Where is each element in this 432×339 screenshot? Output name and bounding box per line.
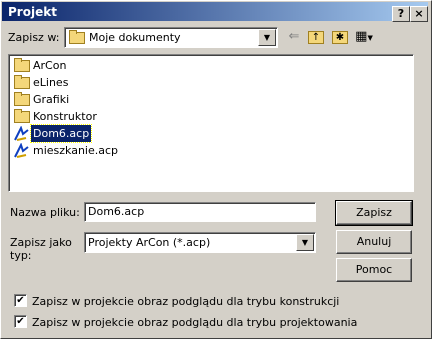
file-name: Dom6.acp (29, 124, 93, 143)
preview-design-label: Zapisz w projekcie obraz podglądu dla tr… (32, 316, 358, 329)
new-folder-button[interactable]: ✱ (330, 28, 350, 46)
arcon-file-icon (14, 126, 29, 141)
filename-value: Dom6.acp (88, 205, 145, 218)
file-name: ArCon (33, 59, 67, 72)
back-button[interactable]: ⇐ (284, 28, 304, 46)
folder-icon (14, 92, 30, 106)
location-combo[interactable]: Moje dokumenty ▼ (64, 27, 278, 48)
view-menu-button[interactable]: ▦▼ (354, 28, 374, 46)
chevron-down-icon: ▼ (263, 33, 271, 42)
chevron-down-icon: ▼ (367, 34, 373, 42)
folder-icon (14, 109, 30, 123)
save-button[interactable]: Zapisz (335, 200, 413, 226)
file-name: eLines (33, 76, 69, 89)
preview-construction-label: Zapisz w projekcie obraz podglądu dla tr… (32, 295, 340, 308)
up-folder-button[interactable]: ↑ (306, 28, 326, 46)
location-value: Moje dokumenty (89, 31, 181, 44)
filename-label: Nazwa pliku: (10, 206, 80, 219)
cancel-button[interactable]: Anuluj (336, 230, 412, 254)
folder-icon (14, 58, 30, 72)
filetype-value: Projekty ArCon (*.acp) (88, 236, 211, 249)
folder-icon (14, 75, 30, 89)
chevron-down-icon: ▼ (301, 238, 309, 247)
back-arrow-icon: ⇐ (288, 29, 300, 44)
location-dropdown-button[interactable]: ▼ (258, 29, 276, 46)
help-icon: ? (397, 7, 405, 20)
new-folder-icon: ✱ (332, 31, 348, 44)
filetype-label-line1: Zapisz jako (10, 236, 72, 249)
file-name: Konstruktor (33, 110, 97, 123)
close-button[interactable]: × (410, 6, 428, 22)
help-dialog-button[interactable]: Pomoc (336, 258, 412, 282)
help-button[interactable]: ? (392, 6, 410, 22)
close-icon: × (414, 7, 424, 20)
filetype-combo[interactable]: Projekty ArCon (*.acp) ▼ (84, 232, 316, 253)
up-folder-icon: ↑ (308, 31, 324, 44)
filetype-dropdown-button[interactable]: ▼ (296, 234, 314, 251)
window-title: Projekt (8, 5, 57, 19)
arcon-file-icon (14, 143, 29, 158)
folder-open-icon (69, 30, 85, 44)
file-name: Grafiki (33, 93, 70, 106)
file-name: mieszkanie.acp (33, 144, 119, 157)
preview-construction-checkbox[interactable]: ✔ (14, 294, 27, 307)
file-list[interactable]: ArCon eLines Grafiki Konstruktor Dom6.ac… (8, 54, 414, 192)
title-bar[interactable]: Projekt ? × (2, 2, 428, 22)
preview-design-checkbox[interactable]: ✔ (14, 315, 27, 328)
save-in-label: Zapisz w: (8, 31, 60, 44)
view-icon: ▦ (355, 29, 368, 44)
filename-field[interactable]: Dom6.acp (84, 202, 316, 222)
filetype-label-line2: typ: (10, 249, 32, 262)
